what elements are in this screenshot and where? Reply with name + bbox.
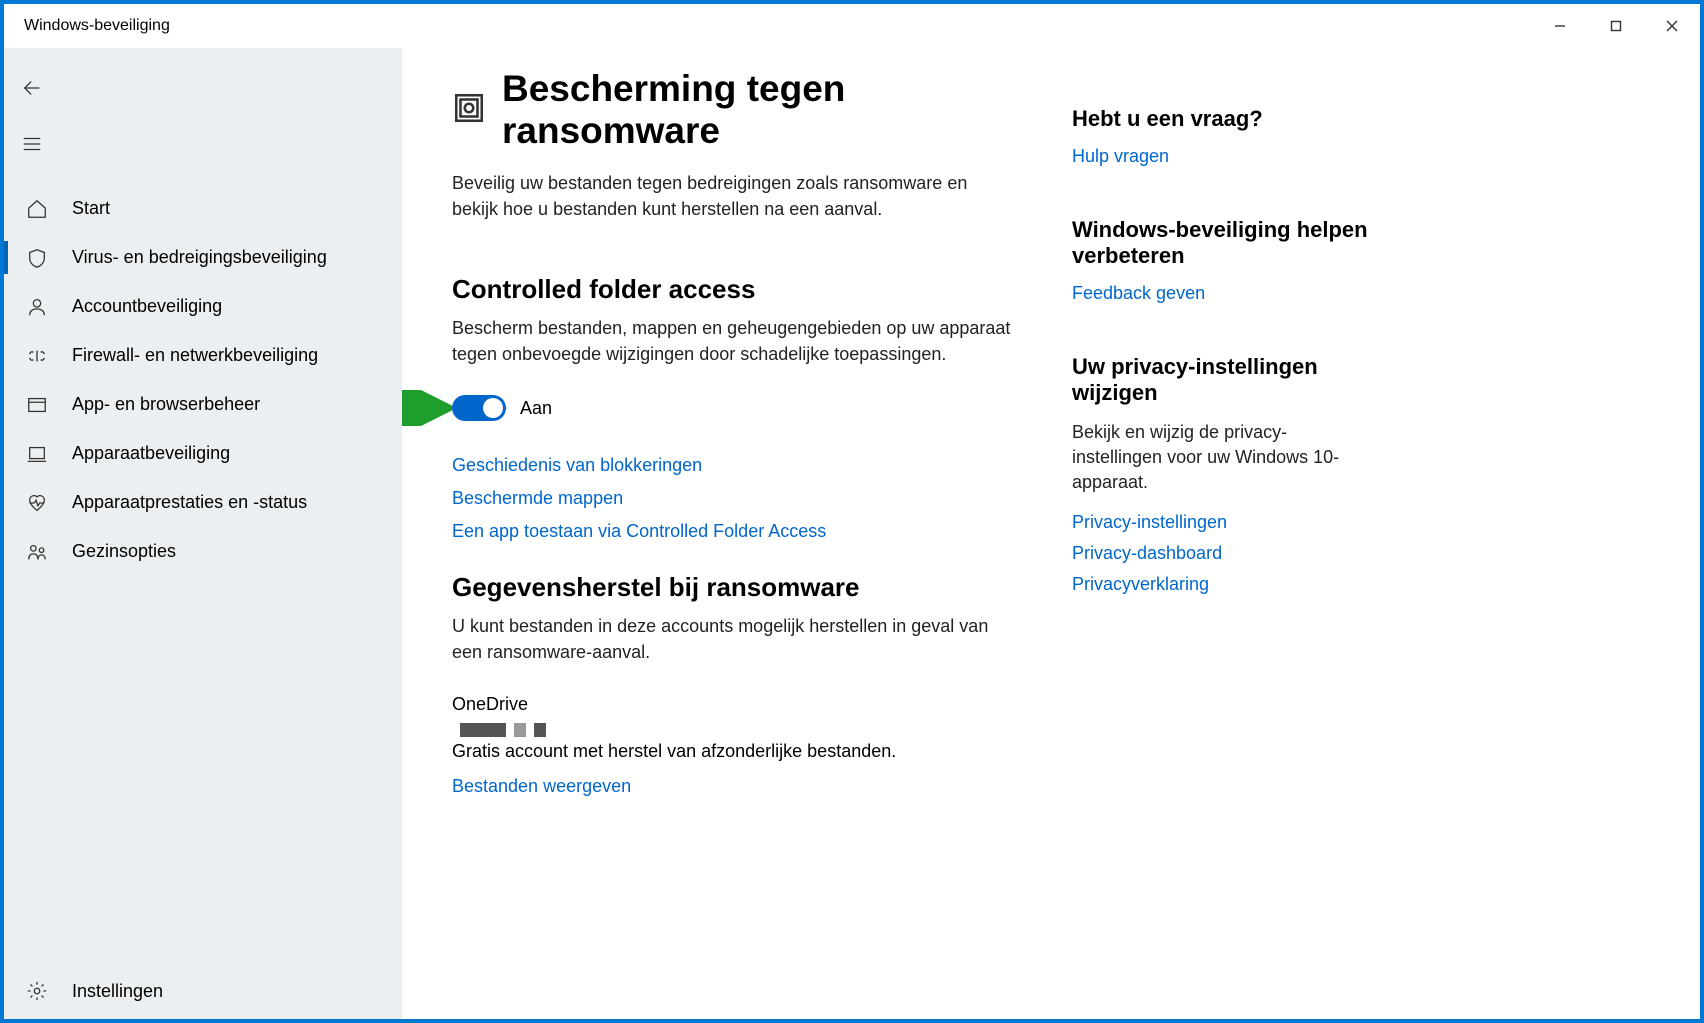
nav-item-performance[interactable]: Apparaatprestaties en -status xyxy=(4,478,402,527)
hamburger-button[interactable] xyxy=(4,116,60,172)
network-icon xyxy=(26,345,48,367)
onedrive-description: Gratis account met herstel van afzonderl… xyxy=(452,741,1012,762)
link-get-help[interactable]: Hulp vragen xyxy=(1072,146,1372,167)
link-block-history[interactable]: Geschiedenis van blokkeringen xyxy=(452,455,1012,476)
aside-privacy-heading: Uw privacy-instellingen wijzigen xyxy=(1072,354,1372,406)
nav-item-family[interactable]: Gezinsopties xyxy=(4,527,402,576)
content: Bescherming tegen ransomware Beveilig uw… xyxy=(452,68,1012,1019)
cfa-toggle-state: Aan xyxy=(520,398,552,419)
aside: Hebt u een vraag? Hulp vragen Windows-be… xyxy=(1072,68,1372,1019)
device-icon xyxy=(26,443,48,465)
cfa-heading: Controlled folder access xyxy=(452,274,1012,305)
nav-item-home[interactable]: Start xyxy=(4,184,402,233)
main: Bescherming tegen ransomware Beveilig uw… xyxy=(402,48,1700,1019)
section-ransomware-recovery: Gegevensherstel bij ransomware U kunt be… xyxy=(452,572,1012,796)
link-allow-app[interactable]: Een app toestaan via Controlled Folder A… xyxy=(452,521,1012,542)
gear-icon xyxy=(26,980,48,1002)
heart-icon xyxy=(26,492,48,514)
section-controlled-folder-access: Controlled folder access Bescherm bestan… xyxy=(452,274,1012,542)
home-icon xyxy=(26,198,48,220)
ransomware-icon xyxy=(452,91,486,130)
app-body: Start Virus- en bedreigingsbeveiliging A… xyxy=(4,48,1700,1019)
nav-label: App- en browserbeheer xyxy=(72,394,260,415)
onedrive-account-redacted xyxy=(460,723,1012,737)
browser-icon xyxy=(26,394,48,416)
close-button[interactable] xyxy=(1644,4,1700,48)
maximize-button[interactable] xyxy=(1588,4,1644,48)
page-title: Bescherming tegen ransomware xyxy=(502,68,1012,152)
link-feedback[interactable]: Feedback geven xyxy=(1072,283,1372,304)
window-title: Windows-beveiliging xyxy=(24,17,170,35)
nav-label: Apparaatprestaties en -status xyxy=(72,492,307,513)
minimize-button[interactable] xyxy=(1532,4,1588,48)
titlebar: Windows-beveiliging xyxy=(4,4,1700,48)
link-privacy-statement[interactable]: Privacyverklaring xyxy=(1072,574,1372,595)
person-icon xyxy=(26,296,48,318)
link-privacy-dashboard[interactable]: Privacy-dashboard xyxy=(1072,543,1372,564)
app-window: Windows-beveiliging xyxy=(4,4,1700,1019)
shield-icon xyxy=(26,247,48,269)
aside-help: Hebt u een vraag? Hulp vragen xyxy=(1072,106,1372,167)
link-view-files[interactable]: Bestanden weergeven xyxy=(452,776,631,796)
cfa-links: Geschiedenis van blokkeringen Beschermde… xyxy=(452,455,1012,542)
nav-label: Start xyxy=(72,198,110,219)
link-protected-folders[interactable]: Beschermde mappen xyxy=(452,488,1012,509)
nav-item-device-security[interactable]: Apparaatbeveiliging xyxy=(4,429,402,478)
aside-privacy-description: Bekijk en wijzig de privacy-instellingen… xyxy=(1072,420,1372,496)
family-icon xyxy=(26,541,48,563)
nav-label: Apparaatbeveiliging xyxy=(72,443,230,464)
annotation-arrow-icon xyxy=(402,390,452,426)
nav-label: Accountbeveiliging xyxy=(72,296,222,317)
nav-label: Firewall- en netwerkbeveiliging xyxy=(72,345,318,366)
link-privacy-settings[interactable]: Privacy-instellingen xyxy=(1072,512,1372,533)
window-controls xyxy=(1532,4,1700,48)
cfa-toggle-row: Aan xyxy=(452,395,1012,421)
cfa-toggle[interactable] xyxy=(452,395,506,421)
aside-privacy: Uw privacy-instellingen wijzigen Bekijk … xyxy=(1072,354,1372,595)
recovery-heading: Gegevensherstel bij ransomware xyxy=(452,572,1012,603)
page-header: Bescherming tegen ransomware xyxy=(452,68,1012,152)
nav-item-account[interactable]: Accountbeveiliging xyxy=(4,282,402,331)
sidebar-bottom: Instellingen xyxy=(4,963,402,1019)
nav-item-app-browser[interactable]: App- en browserbeheer xyxy=(4,380,402,429)
nav-item-virus-threat[interactable]: Virus- en bedreigingsbeveiliging xyxy=(4,233,402,282)
back-button[interactable] xyxy=(4,60,60,116)
aside-help-heading: Hebt u een vraag? xyxy=(1072,106,1372,132)
aside-improve-heading: Windows-beveiliging helpen verbeteren xyxy=(1072,217,1372,269)
aside-improve: Windows-beveiliging helpen verbeteren Fe… xyxy=(1072,217,1372,304)
nav-item-settings[interactable]: Instellingen xyxy=(4,963,402,1019)
nav: Start Virus- en bedreigingsbeveiliging A… xyxy=(4,184,402,963)
sidebar-top xyxy=(4,48,402,172)
nav-item-firewall[interactable]: Firewall- en netwerkbeveiliging xyxy=(4,331,402,380)
onedrive-label: OneDrive xyxy=(452,694,1012,715)
nav-label: Virus- en bedreigingsbeveiliging xyxy=(72,247,327,268)
nav-label: Gezinsopties xyxy=(72,541,176,562)
page-description: Beveilig uw bestanden tegen bedreigingen… xyxy=(452,170,1012,222)
cfa-description: Bescherm bestanden, mappen en geheugenge… xyxy=(452,315,1012,367)
nav-label: Instellingen xyxy=(72,981,163,1002)
sidebar: Start Virus- en bedreigingsbeveiliging A… xyxy=(4,48,402,1019)
recovery-description: U kunt bestanden in deze accounts mogeli… xyxy=(452,613,1012,665)
